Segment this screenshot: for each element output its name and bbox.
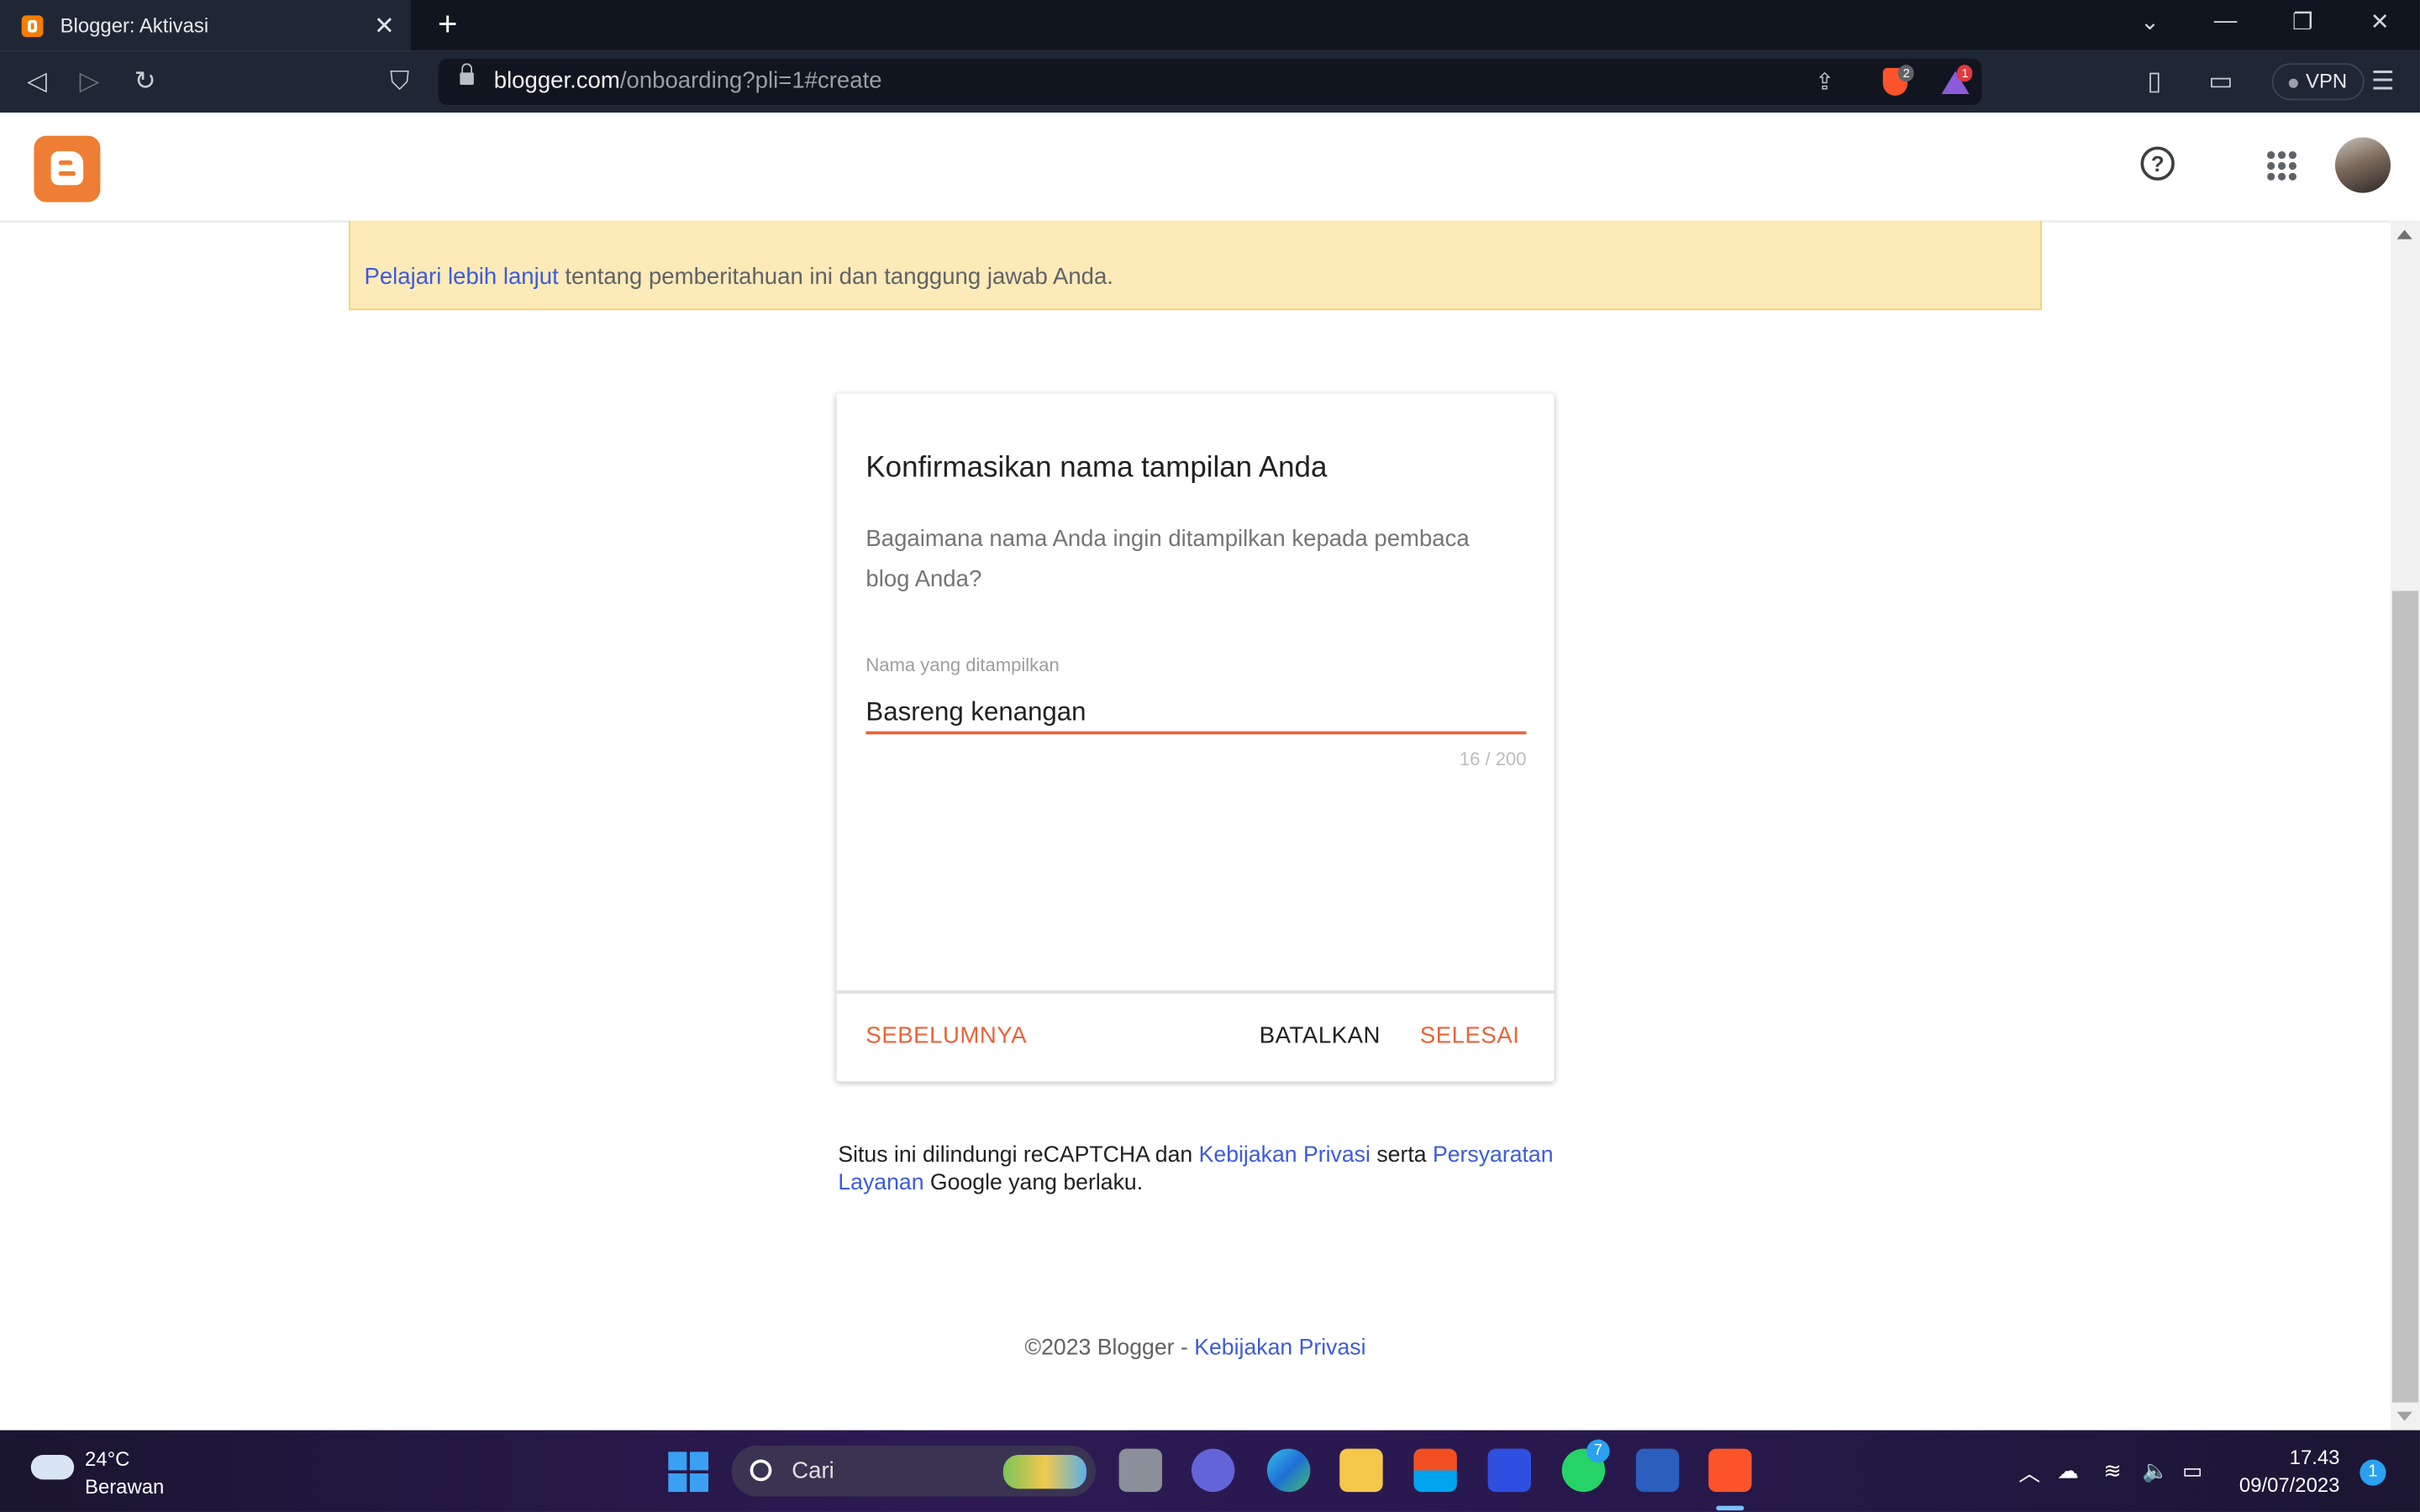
- brave-browser-icon[interactable]: [1708, 1448, 1752, 1493]
- rewards-count-badge: 1: [1956, 65, 1974, 82]
- blogger-logo-icon[interactable]: [34, 135, 101, 202]
- footer-privacy-link[interactable]: Kebijakan Privasi: [1194, 1336, 1365, 1361]
- account-avatar[interactable]: [2334, 137, 2391, 193]
- file-explorer-icon[interactable]: [1339, 1448, 1383, 1493]
- address-bar[interactable]: blogger.com/onboarding?pli=1#create ⇪ 2 …: [438, 58, 1982, 105]
- input-underline: [865, 731, 1527, 735]
- word-icon[interactable]: [1635, 1448, 1680, 1493]
- url-text[interactable]: blogger.com/onboarding?pli=1#create: [494, 68, 882, 94]
- forward-icon[interactable]: ▷: [71, 63, 108, 100]
- tab-close-icon[interactable]: ✕: [364, 10, 404, 41]
- vpn-status-icon: [2288, 77, 2298, 87]
- lock-icon: [460, 63, 474, 86]
- tab-title: Blogger: Aktivasi: [60, 13, 209, 38]
- character-counter: 16 / 200: [1459, 748, 1527, 770]
- previous-button[interactable]: SEBELUMNYA: [865, 1023, 1027, 1049]
- clock-time[interactable]: 17.43: [2223, 1446, 2340, 1469]
- back-icon[interactable]: ◁: [18, 63, 55, 100]
- whatsapp-badge: 7: [1586, 1439, 1610, 1463]
- clock-date[interactable]: 09/07/2023: [2223, 1473, 2340, 1497]
- cancel-button[interactable]: BATALKAN: [1260, 1023, 1381, 1049]
- scroll-up-arrow-icon[interactable]: [2396, 229, 2412, 239]
- wallet-icon[interactable]: ▭: [2202, 63, 2239, 100]
- scroll-down-arrow-icon[interactable]: [2396, 1411, 2412, 1421]
- windows-start-icon[interactable]: [668, 1452, 709, 1493]
- sidebar-icon[interactable]: ▯: [2136, 63, 2173, 100]
- browser-tab[interactable]: Blogger: Aktivasi ✕: [0, 0, 411, 51]
- notice-text: Pelajari lebih lanjut tentang pemberitah…: [364, 264, 1113, 291]
- cloud-icon[interactable]: [30, 1455, 75, 1480]
- dialog-divider: [836, 990, 1555, 994]
- new-tab-button[interactable]: +: [430, 5, 464, 45]
- blogger-header: ?: [0, 113, 2391, 223]
- pen-app-icon[interactable]: [1487, 1448, 1532, 1493]
- active-app-indicator: [1716, 1505, 1744, 1511]
- dialog-description: Bagaimana nama Anda ingin ditampilkan ke…: [865, 526, 1470, 593]
- done-button[interactable]: SELESAI: [1420, 1023, 1520, 1049]
- search-placeholder: Cari: [792, 1457, 834, 1484]
- display-name-dialog: Konfirmasikan nama tampilan Anda Bagaima…: [836, 393, 1555, 1082]
- battery-icon[interactable]: ▭: [2182, 1458, 2202, 1484]
- share-icon[interactable]: ⇪: [1815, 68, 1834, 96]
- tab-search-chevron-icon[interactable]: ⌄: [2130, 8, 2170, 35]
- taskbar-search[interactable]: Cari: [731, 1445, 1097, 1497]
- notification-count-badge[interactable]: 1: [2360, 1459, 2386, 1486]
- task-view-icon[interactable]: [1118, 1448, 1163, 1493]
- browser-toolbar: ◁ ▷ ↻ ⛉ blogger.com/onboarding?pli=1#cre…: [0, 50, 2420, 113]
- learn-more-link[interactable]: Pelajari lebih lanjut: [364, 264, 558, 290]
- display-name-label: Nama yang ditampilkan: [865, 654, 1060, 676]
- restore-button[interactable]: ❐: [2282, 8, 2323, 35]
- recaptcha-notice: Situs ini dilindungi reCAPTCHA dan Kebij…: [838, 1142, 1554, 1196]
- blogger-favicon-icon: [21, 14, 44, 37]
- blogger-page: ? Pelajari lebih lanjut tentang pemberit…: [0, 113, 2420, 1431]
- vpn-button[interactable]: VPN: [2271, 63, 2365, 101]
- dialog-title: Konfirmasikan nama tampilan Anda: [865, 452, 1328, 485]
- weather-temperature[interactable]: 24°C: [85, 1447, 129, 1471]
- teams-chat-icon[interactable]: [1191, 1448, 1235, 1493]
- show-hidden-icons-chevron-icon[interactable]: ︿: [2018, 1458, 2040, 1489]
- cookie-notice-banner: Pelajari lebih lanjut tentang pemberitah…: [349, 220, 2042, 311]
- help-icon[interactable]: ?: [2140, 146, 2175, 181]
- edge-browser-icon[interactable]: [1266, 1448, 1311, 1493]
- search-highlight-icon: [1002, 1455, 1087, 1489]
- page-footer: ©2023 Blogger - Kebijakan Privasi: [1024, 1336, 1366, 1361]
- onedrive-icon[interactable]: ☁: [2057, 1458, 2079, 1484]
- volume-icon[interactable]: 🔈: [2142, 1458, 2169, 1484]
- google-apps-icon[interactable]: [2267, 150, 2297, 181]
- browser-tab-strip: Blogger: Aktivasi ✕ + ⌄ — ❐ ✕: [0, 0, 2420, 51]
- bookmark-icon[interactable]: ⛉: [381, 63, 418, 100]
- menu-icon[interactable]: ☰: [2365, 63, 2402, 100]
- weather-description[interactable]: Berawan: [85, 1475, 164, 1499]
- minimize-button[interactable]: —: [2206, 8, 2246, 34]
- microsoft-store-icon[interactable]: [1413, 1448, 1457, 1493]
- close-window-button[interactable]: ✕: [2360, 8, 2400, 35]
- scrollbar-thumb[interactable]: [2391, 591, 2419, 1403]
- shields-count-badge: 2: [1898, 65, 1915, 82]
- captcha-privacy-link[interactable]: Kebijakan Privasi: [1199, 1143, 1370, 1168]
- wifi-icon[interactable]: ≋: [2103, 1458, 2122, 1484]
- display-name-input[interactable]: Basreng kenangan: [865, 697, 1086, 728]
- reload-icon[interactable]: ↻: [127, 63, 164, 100]
- windows-taskbar: 24°C Berawan Cari 7 ︿ ☁ ≋ 🔈 ▭ 17.43 09/0…: [0, 1430, 2420, 1512]
- search-icon: [750, 1459, 772, 1482]
